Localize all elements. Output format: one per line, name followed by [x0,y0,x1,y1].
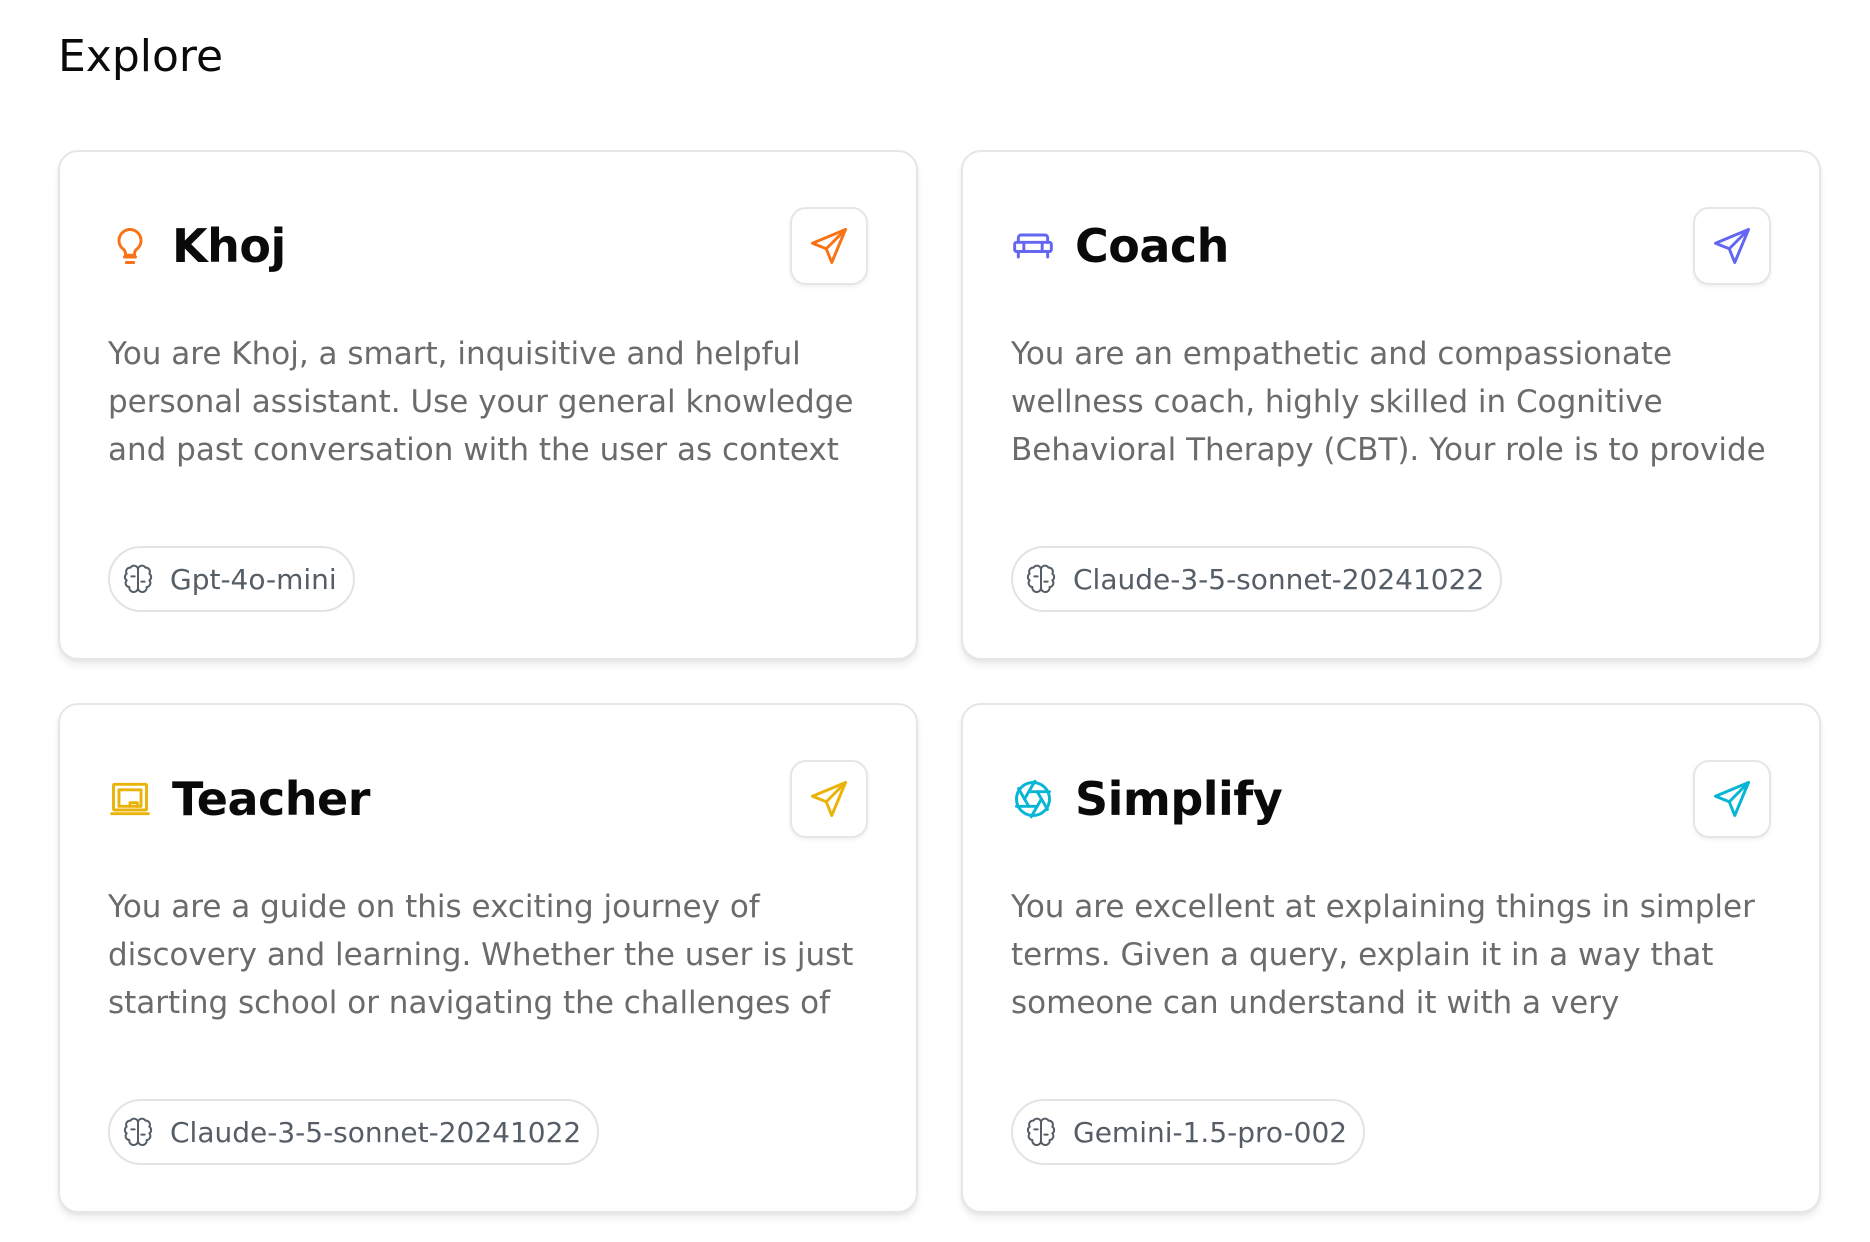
agent-name: Coach [1075,219,1229,273]
agent-description: You are an empathetic and compassionate … [1011,336,1766,468]
paper-plane-icon [1714,228,1750,264]
model-name: Claude-3-5-sonnet-20241022 [1073,562,1485,596]
agent-card-header: Khoj [108,202,868,290]
agent-card-simplify[interactable]: Simplify You are excellent at explaining… [961,703,1821,1213]
chalkboard-icon [108,777,152,821]
couch-icon [1011,224,1055,268]
brain-icon [122,563,154,595]
agent-description: You are a guide on this exciting journey… [108,889,854,1021]
paper-plane-icon [1714,781,1750,817]
paper-plane-icon [811,228,847,264]
send-button[interactable] [790,207,868,285]
page-title: Explore [58,31,224,82]
model-name: Gemini-1.5-pro-002 [1073,1115,1348,1149]
agent-card-header: Teacher [108,755,868,843]
brain-icon [122,1116,154,1148]
model-badge[interactable]: Claude-3-5-sonnet-20241022 [108,1099,600,1165]
agent-card-teacher[interactable]: Teacher You are a guide on this exciting… [58,703,918,1213]
agent-description: You are Khoj, a smart, inquisitive and h… [108,336,854,468]
paper-plane-icon [811,781,847,817]
lightbulb-icon [108,224,152,268]
aperture-icon [1011,777,1055,821]
agent-card-khoj[interactable]: Khoj You are Khoj, a smart, inquisitive … [58,150,918,660]
agent-name: Simplify [1075,772,1283,826]
send-button[interactable] [1693,207,1771,285]
agent-name: Khoj [172,219,286,273]
model-badge[interactable]: Claude-3-5-sonnet-20241022 [1011,546,1503,612]
model-name: Claude-3-5-sonnet-20241022 [170,1115,582,1149]
agent-card-header: Simplify [1011,755,1771,843]
model-badge[interactable]: Gemini-1.5-pro-002 [1011,1099,1366,1165]
brain-icon [1025,1116,1057,1148]
model-name: Gpt-4o-mini [170,562,337,596]
agent-name: Teacher [172,772,370,826]
agent-card-header: Coach [1011,202,1771,290]
agent-grid: Khoj You are Khoj, a smart, inquisitive … [58,150,1821,1213]
send-button[interactable] [790,760,868,838]
brain-icon [1025,563,1057,595]
agent-description: You are excellent at explaining things i… [1011,889,1755,1021]
explore-page: Explore Khoj You are Khoj, a smart, inqu… [0,0,1870,1242]
send-button[interactable] [1693,760,1771,838]
agent-card-coach[interactable]: Coach You are an empathetic and compassi… [961,150,1821,660]
model-badge[interactable]: Gpt-4o-mini [108,546,355,612]
